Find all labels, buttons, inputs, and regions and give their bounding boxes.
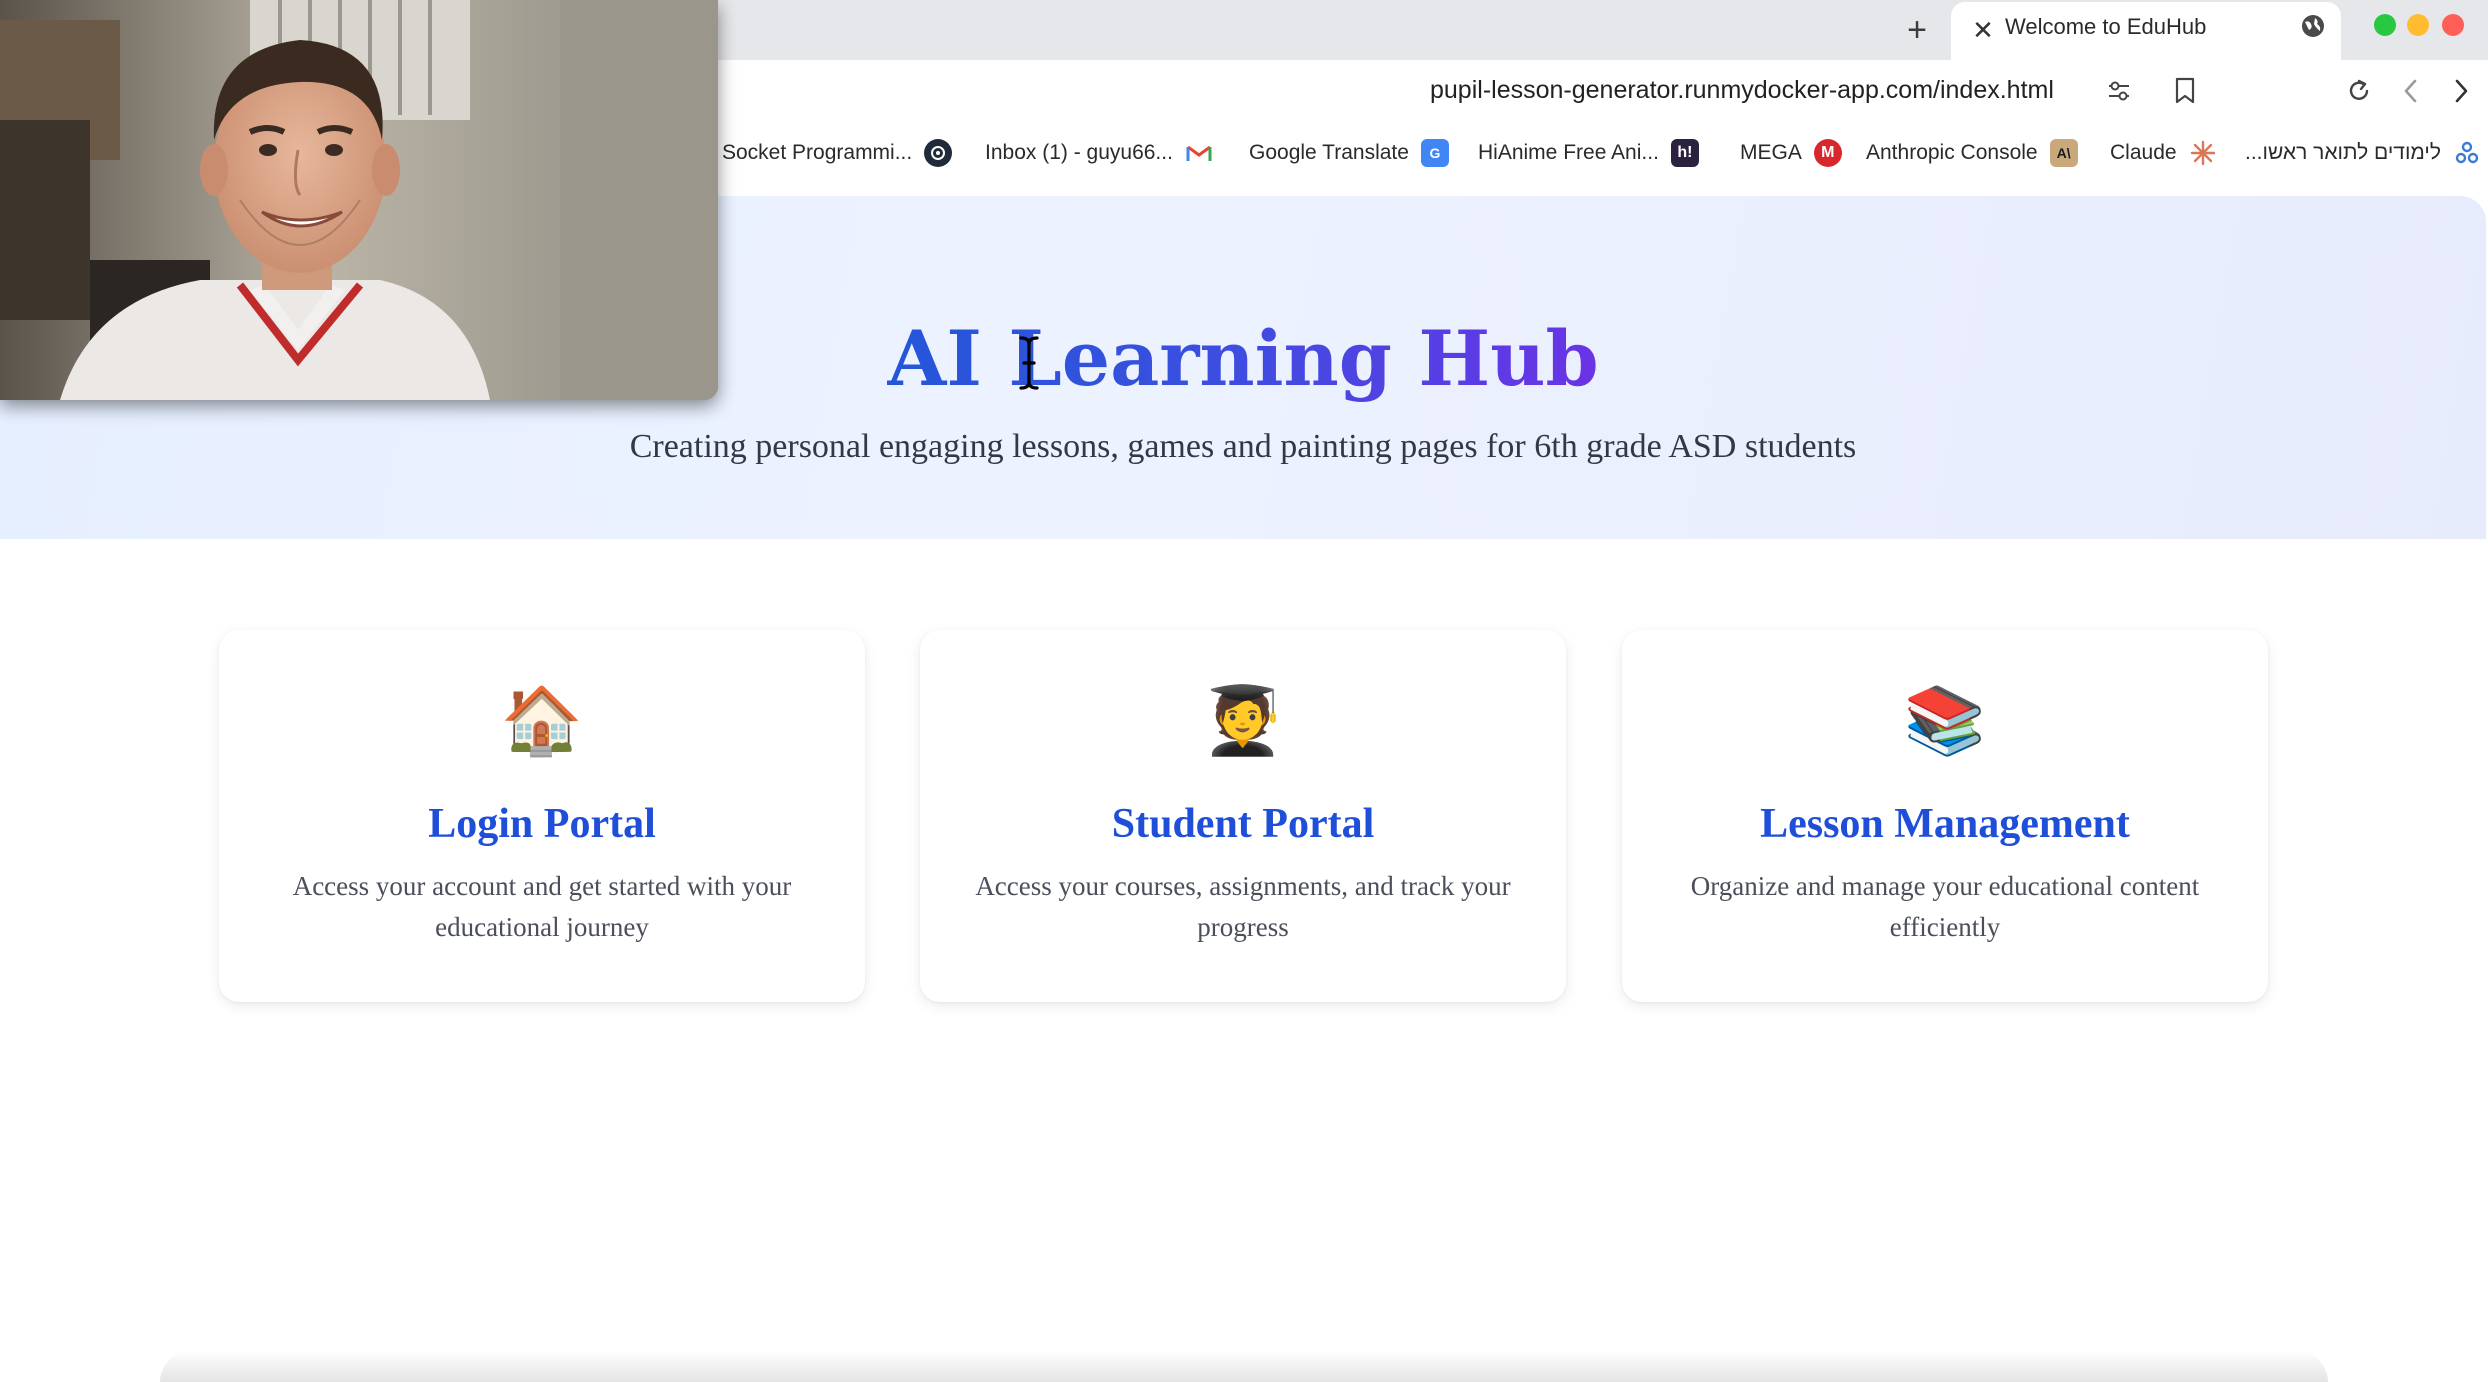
anthropic-icon: A\ <box>2049 139 2078 167</box>
bookmark-label: HiAnime Free Ani... <box>1478 141 1659 164</box>
bookmark-hianime[interactable]: HiAnime Free Ani... h! <box>1478 136 1699 170</box>
card-description: Access your courses, assignments, and tr… <box>975 871 1511 942</box>
page-subtitle: Creating personal engaging lessons, game… <box>629 428 1857 465</box>
globe-icon <box>2302 15 2324 37</box>
folder-icon <box>2453 139 2481 167</box>
window-close-button[interactable] <box>2442 14 2464 36</box>
webcam-overlay <box>0 0 718 400</box>
house-icon: 🏠 <box>500 683 584 757</box>
bookmark-google-translate[interactable]: Google Translate G <box>1249 136 1449 170</box>
page-title-text: AI Learning Hub <box>887 314 1599 403</box>
url-field[interactable]: pupil-lesson-generator.runmydocker-app.c… <box>1430 76 2054 105</box>
bookmark-hebrew-studies[interactable]: ...לימודים לתואר ראשו <box>2245 136 2481 170</box>
bookmark-label: Inbox (1) - guyu66... <box>985 141 1173 164</box>
gmail-icon <box>1185 139 1213 167</box>
window-maximize-button[interactable] <box>2374 14 2396 36</box>
bookmark-claude[interactable]: Claude <box>2110 136 2217 170</box>
bookmark-label: Google Translate <box>1249 141 1409 164</box>
bookmark-label: MEGA <box>1740 141 1802 164</box>
card-title: Student Portal <box>1111 801 1375 847</box>
bookmark-label: Claude <box>2110 141 2177 164</box>
webcam-person-image <box>0 0 718 400</box>
books-icon: 📚 <box>1903 683 1987 757</box>
lesson-management-card[interactable]: 📚 Lesson Management Organize and manage … <box>1622 630 2268 1002</box>
forward-icon[interactable] <box>2444 74 2478 108</box>
active-tab[interactable]: ✕ Welcome to EduHub <box>1951 2 2341 60</box>
bookmark-inbox[interactable]: Inbox (1) - guyu66... <box>985 136 1213 170</box>
claude-icon <box>2189 139 2217 167</box>
card-title: Lesson Management <box>1760 801 2130 847</box>
google-translate-icon: G <box>1420 139 1449 167</box>
bookmark-anthropic-console[interactable]: Anthropic Console A\ <box>1866 136 2078 170</box>
card-description: Organize and manage your educational con… <box>1690 871 2200 942</box>
graduate-icon: 🧑‍🎓 <box>1201 683 1285 757</box>
bookmark-label: Socket Programmi... <box>722 141 913 164</box>
window-minimize-button[interactable] <box>2407 14 2429 36</box>
bookmark-icon[interactable] <box>2168 74 2202 108</box>
socket-icon <box>924 139 953 167</box>
bookmark-socket-programming[interactable]: Socket Programmi... <box>722 136 953 170</box>
text-cursor-icon <box>1019 336 1039 390</box>
back-icon[interactable] <box>2394 74 2428 108</box>
bookmark-label: ...לימודים לתואר ראשו <box>2245 141 2441 164</box>
new-tab-button[interactable]: + <box>1895 8 1939 52</box>
close-tab-icon[interactable]: ✕ <box>1965 12 2001 48</box>
mega-icon: M <box>1813 139 1842 167</box>
card-description: Access your account and get started with… <box>292 871 792 942</box>
hianime-icon: h! <box>1670 139 1699 167</box>
site-settings-icon[interactable] <box>2102 74 2136 108</box>
reload-icon[interactable] <box>2342 74 2376 108</box>
bookmark-mega[interactable]: MEGA M <box>1740 136 1842 170</box>
student-portal-card[interactable]: 🧑‍🎓 Student Portal Access your courses, … <box>920 630 1566 1002</box>
card-title: Login Portal <box>428 801 656 847</box>
login-portal-card[interactable]: 🏠 Login Portal Access your account and g… <box>219 630 865 1002</box>
tab-title: Welcome to EduHub <box>2005 14 2207 39</box>
bookmark-label: Anthropic Console <box>1866 141 2038 164</box>
bottom-shadow <box>160 1350 2328 1382</box>
